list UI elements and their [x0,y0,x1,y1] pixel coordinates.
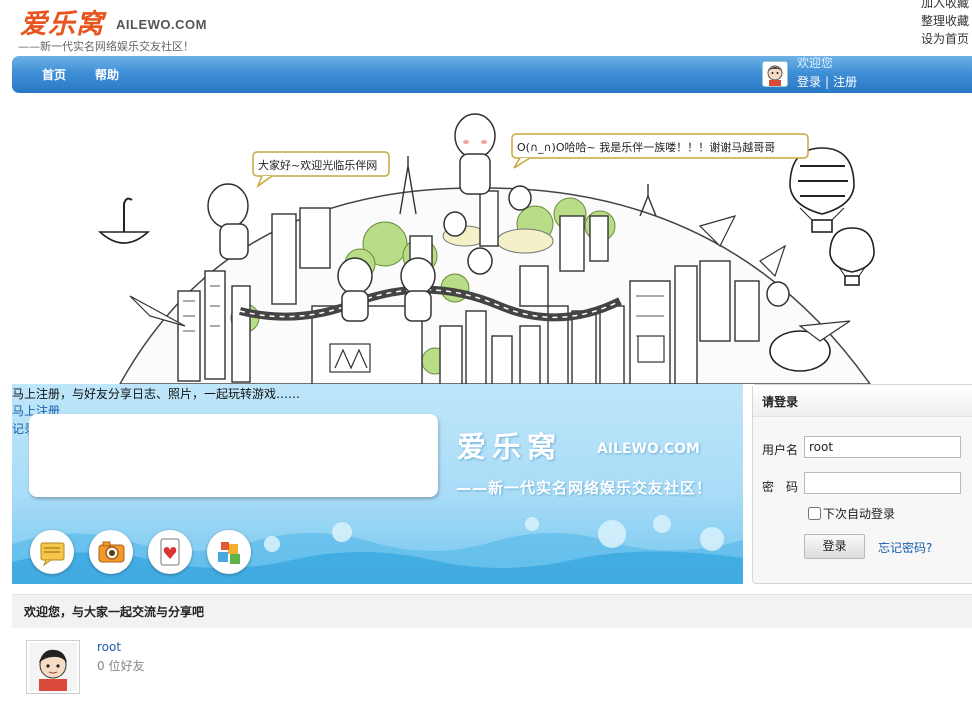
logo-chinese: 爱乐窝 [20,9,104,40]
welcome-heading: 欢迎您，与大家一起交流与分享吧 [12,595,972,628]
set-homepage-link[interactable]: 设为首页 [921,30,969,48]
intro-panel: 马上注册，与好友分享日志、照片，一起玩转游戏…… 马上注册 记录照片游戏群组 爱… [12,384,743,584]
brand-slogan: ——新一代实名网络娱乐交友社区！ [456,479,713,497]
password-label: 密 码 [762,480,799,494]
user-avatar-icon [762,61,788,87]
welcome-text: 欢迎您 [797,56,834,70]
friend-count: 0 位好友 [97,659,145,673]
nav-help[interactable]: 帮助 [95,66,119,83]
remember-me-checkbox[interactable] [808,507,821,520]
avatar-face-icon [29,643,77,691]
username-label: 用户名 [762,443,799,457]
username-input[interactable] [804,436,961,458]
login-box: 请登录 用户名 密 码 下次自动登录 登录 忘记密码? [752,384,972,584]
nav-register-link[interactable]: 注册 [833,75,857,89]
banner-bubble-right: O(∩_∩)O哈哈~ 我是乐伴一族喽！！！谢谢马越哥哥 [517,140,775,154]
top-links: 加入收藏 整理收藏 设为首页 [921,0,969,48]
message-icon[interactable] [30,530,74,574]
logo-english: AILEWO.COM [116,17,207,32]
user-name-link[interactable]: root [97,640,121,654]
add-favorite-link[interactable]: 加入收藏 [921,0,969,12]
banner-illustration: 大家好~欢迎光临乐伴网 O(∩_∩)O哈哈~ 我是乐伴一族喽！！！谢谢马越哥哥 [97,113,875,384]
site-logo[interactable]: 爱乐窝 AILEWO.COM ——新一代实名网络娱乐交友社区！ [18,2,258,54]
site-slogan: ——新一代实名网络娱乐交友社区！ [18,40,194,53]
nav-login-link[interactable]: 登录 [797,75,821,89]
login-title: 请登录 [753,385,972,417]
camera-icon[interactable] [89,530,133,574]
brand-english: AILEWO.COM [597,441,700,457]
remember-me-label: 下次自动登录 [823,507,896,521]
password-input[interactable] [804,472,961,494]
welcome-section: 欢迎您，与大家一起交流与分享吧 root 0 位好友 [12,594,972,705]
forgot-password-link[interactable]: 忘记密码? [878,539,932,556]
banner-bubble-left: 大家好~欢迎光临乐伴网 [258,158,377,172]
group-blocks-icon[interactable] [207,530,251,574]
main-nav-bar: 首页 帮助 欢迎您 登录 | 注册 [12,56,972,93]
playing-card-icon[interactable] [148,530,192,574]
intro-description: 马上注册，与好友分享日志、照片，一起玩转游戏…… [12,387,301,401]
organize-favorite-link[interactable]: 整理收藏 [921,12,969,30]
nav-separator: | [825,75,830,89]
brand-title: 爱乐窝 [457,430,563,464]
user-avatar[interactable] [26,640,80,694]
intro-white-panel [29,414,438,497]
remember-me-option[interactable]: 下次自动登录 [808,505,895,522]
nav-home[interactable]: 首页 [42,66,66,83]
login-submit-button[interactable]: 登录 [804,534,865,559]
nav-login-links: 登录 | 注册 [797,73,857,90]
